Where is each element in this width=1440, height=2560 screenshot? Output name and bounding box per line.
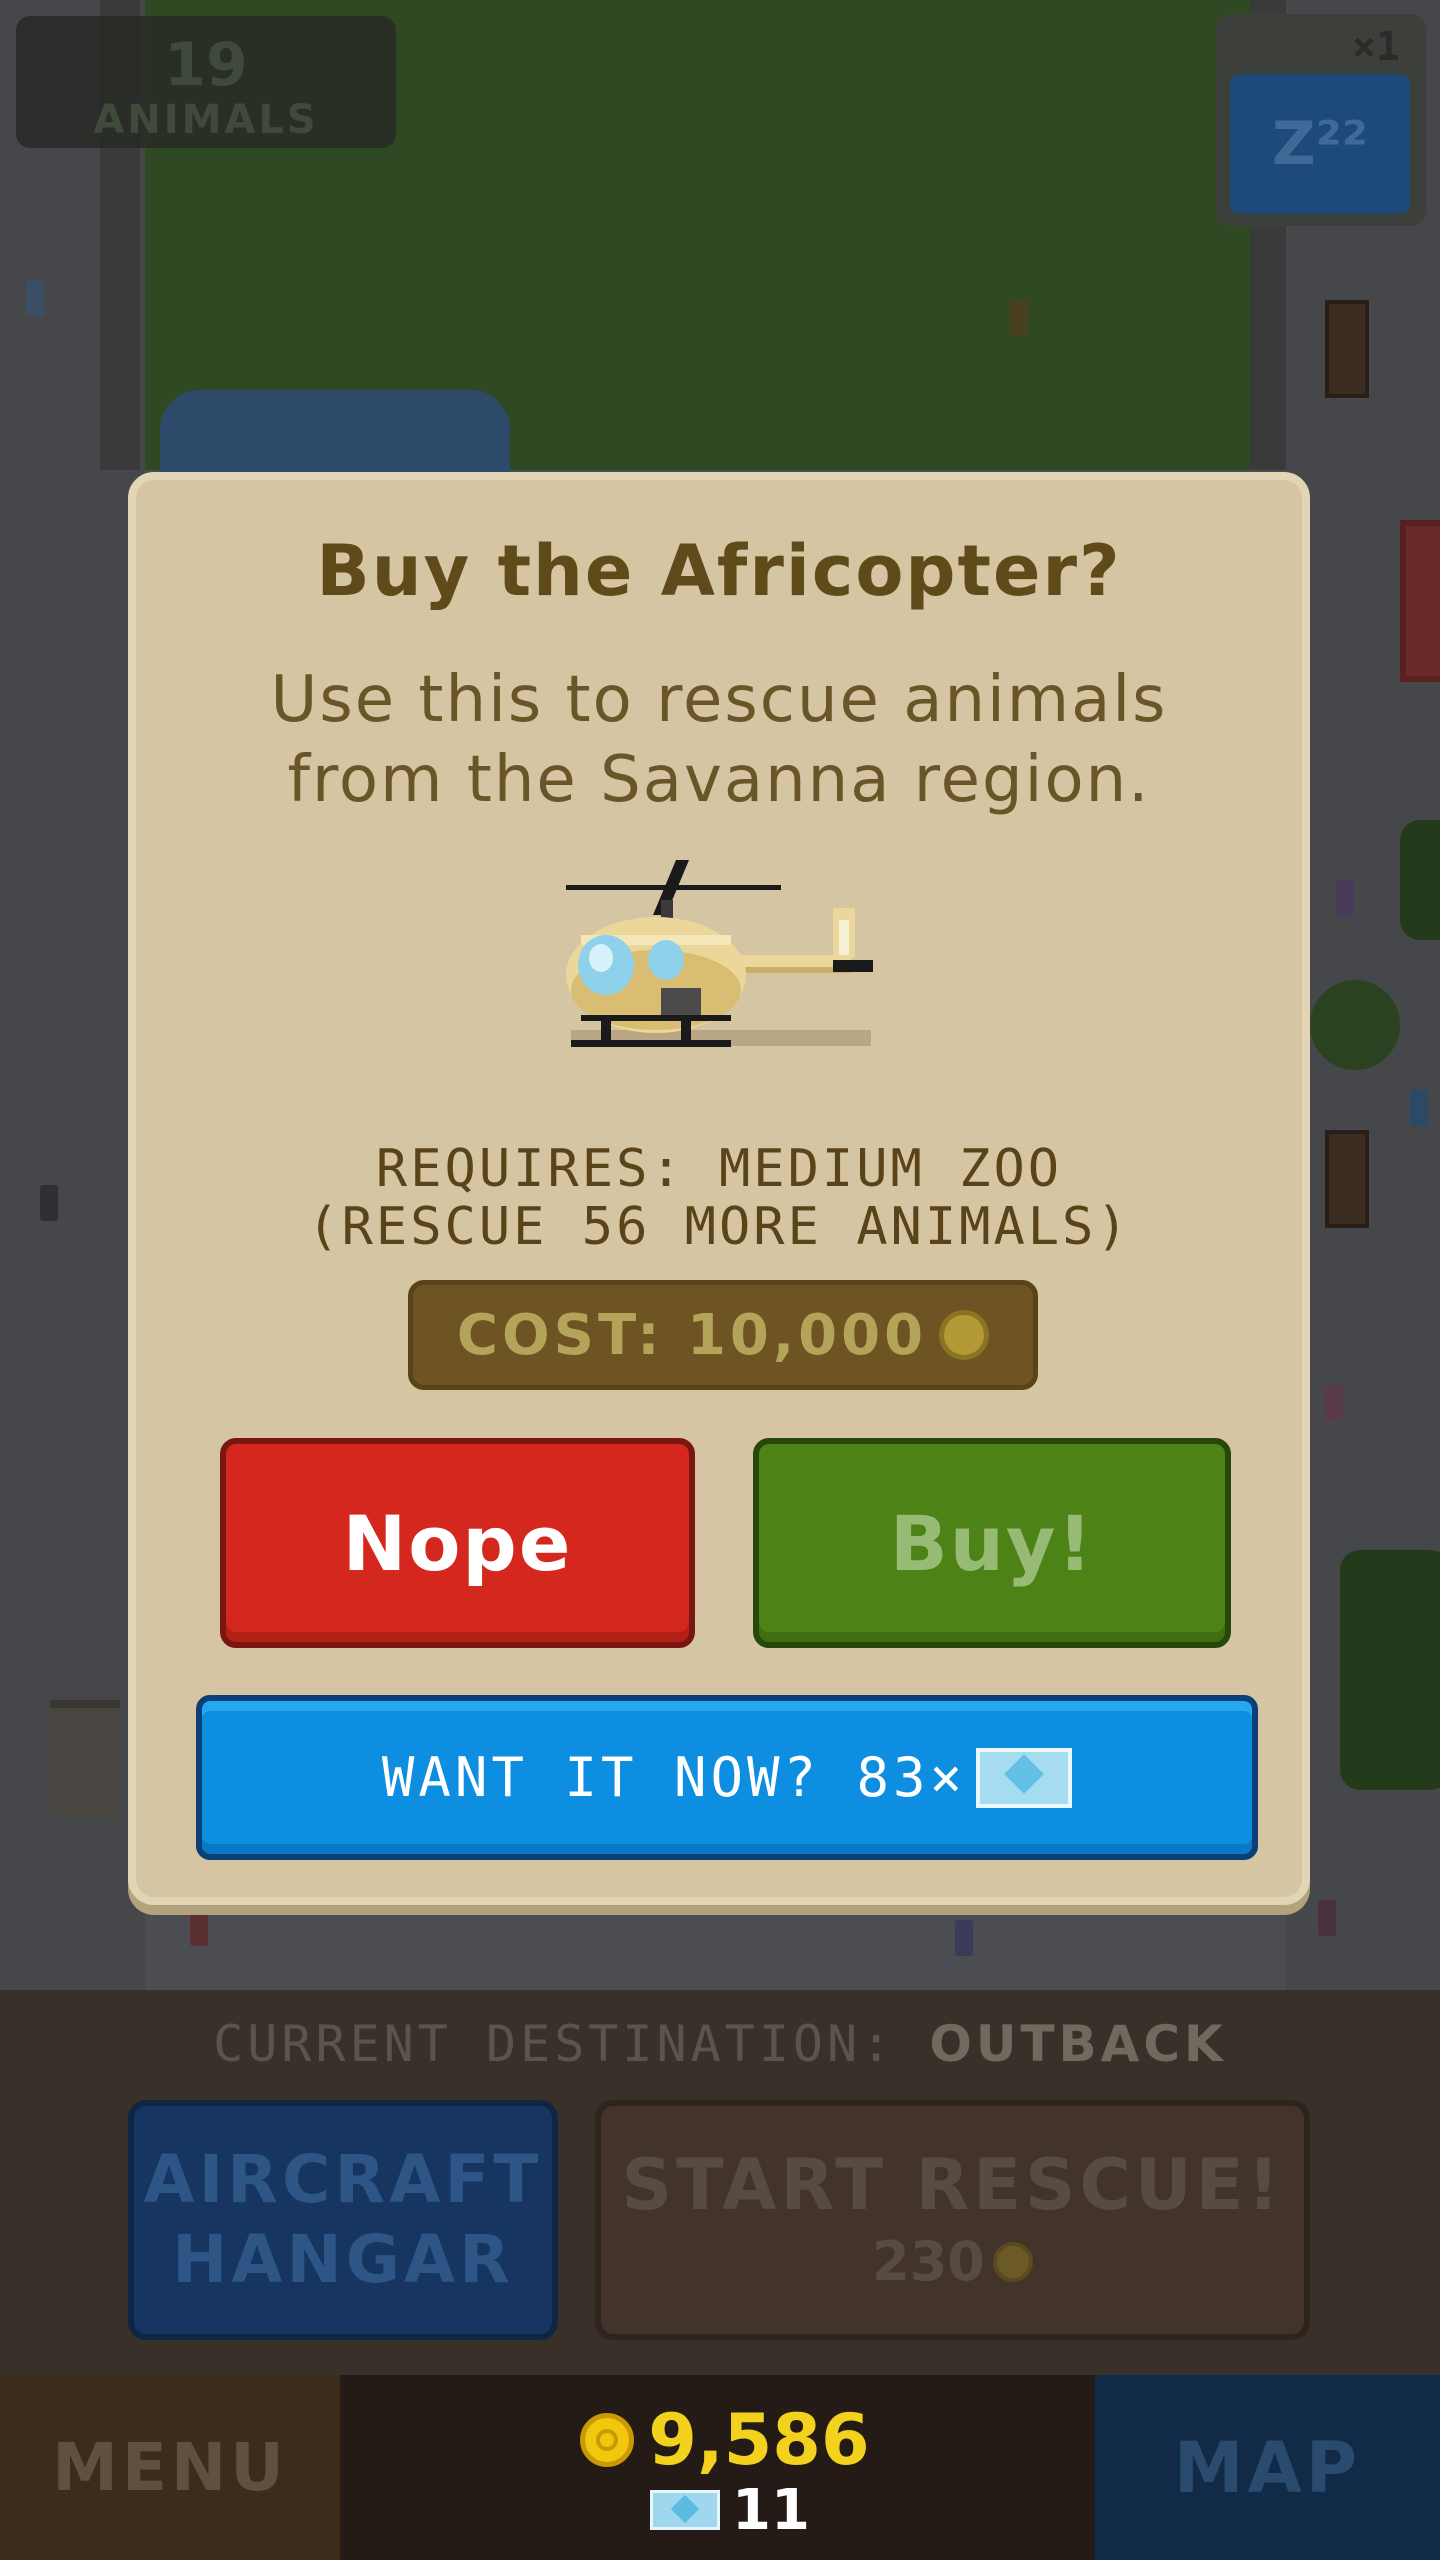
coin-balance-value: 9,586 — [648, 2399, 870, 2481]
start-rescue-label: START RESCUE! — [621, 2144, 1284, 2226]
animal-count: 19 — [164, 30, 248, 100]
coin-icon — [992, 2242, 1033, 2282]
visitor — [190, 1910, 208, 1946]
rescue-cost-value: 230 — [872, 2230, 985, 2293]
cost-label: COST: 10,000 — [456, 1302, 928, 1368]
bush — [1400, 820, 1440, 940]
nope-button[interactable]: Nope — [220, 1438, 695, 1648]
gem-bill-icon — [650, 2490, 721, 2530]
dialog-description: Use this to rescue animals from the Sava… — [136, 660, 1302, 820]
bench — [1325, 300, 1369, 398]
description-line: from the Savanna region. — [287, 743, 1151, 817]
visitor — [1325, 1385, 1343, 1421]
building-red — [1400, 520, 1440, 682]
gem-bill-icon — [976, 1747, 1073, 1808]
coin-icon — [939, 1310, 990, 1360]
start-rescue-button[interactable]: START RESCUE! 230 — [595, 2100, 1310, 2340]
coin-balance: 9,586 — [560, 2399, 890, 2481]
gem-balance: 11 — [640, 2477, 820, 2543]
visitor — [1410, 1090, 1428, 1126]
hangar-label-line2: HANGAR — [172, 2221, 514, 2298]
map-button[interactable]: MAP — [1095, 2375, 1440, 2560]
animal-counter[interactable]: 19 ANIMALS — [16, 16, 396, 148]
sleep-button[interactable]: Z²² — [1230, 74, 1410, 214]
want-it-now-button[interactable]: WANT IT NOW? 83× — [196, 1695, 1258, 1860]
destination-name: OUTBACK — [929, 2015, 1227, 2073]
rescue-cost: 230 — [601, 2227, 1304, 2297]
bush — [1340, 1550, 1440, 1790]
current-destination: CURRENT DESTINATION: OUTBACK — [0, 2015, 1440, 2073]
helicopter-icon — [566, 860, 873, 1047]
speed-multiplier[interactable]: ×1 — [1352, 24, 1400, 70]
buy-button[interactable]: Buy! — [753, 1438, 1231, 1648]
gem-balance-value: 11 — [732, 2477, 810, 2543]
dialog-title: Buy the Africopter? — [316, 530, 1122, 612]
visitor — [1336, 880, 1354, 916]
cost-badge: COST: 10,000 — [408, 1280, 1038, 1390]
visitor — [1010, 300, 1028, 336]
animal-count-label: ANIMALS — [93, 97, 319, 143]
aircraft-hangar-button[interactable]: AIRCRAFT HANGAR — [128, 2100, 558, 2340]
zoo-sign — [50, 1700, 120, 1818]
requirement-text: REQUIRES: MEDIUM ZOO (RESCUE 56 MORE ANI… — [136, 1140, 1302, 1256]
requirement-line: (RESCUE 56 MORE ANIMALS) — [307, 1197, 1131, 1257]
requirement-line: REQUIRES: MEDIUM ZOO — [375, 1139, 1063, 1199]
speed-control: ×1 Z²² — [1216, 14, 1426, 226]
visitor — [1318, 1900, 1336, 1936]
menu-button[interactable]: MENU — [0, 2375, 340, 2560]
visitor — [955, 1920, 973, 1956]
destination-prefix: CURRENT DESTINATION: — [213, 2015, 896, 2073]
want-it-now-label: WANT IT NOW? 83× — [381, 1746, 967, 1809]
bench — [1325, 1130, 1369, 1228]
purchase-dialog: Buy the Africopter? Use this to rescue a… — [128, 472, 1310, 1905]
description-line: Use this to rescue animals — [270, 663, 1168, 737]
visitor — [40, 1185, 58, 1221]
hangar-label-line1: AIRCRAFT — [143, 2141, 543, 2218]
tree — [1310, 980, 1400, 1070]
coin-icon — [580, 2413, 635, 2467]
visitor — [26, 280, 44, 316]
